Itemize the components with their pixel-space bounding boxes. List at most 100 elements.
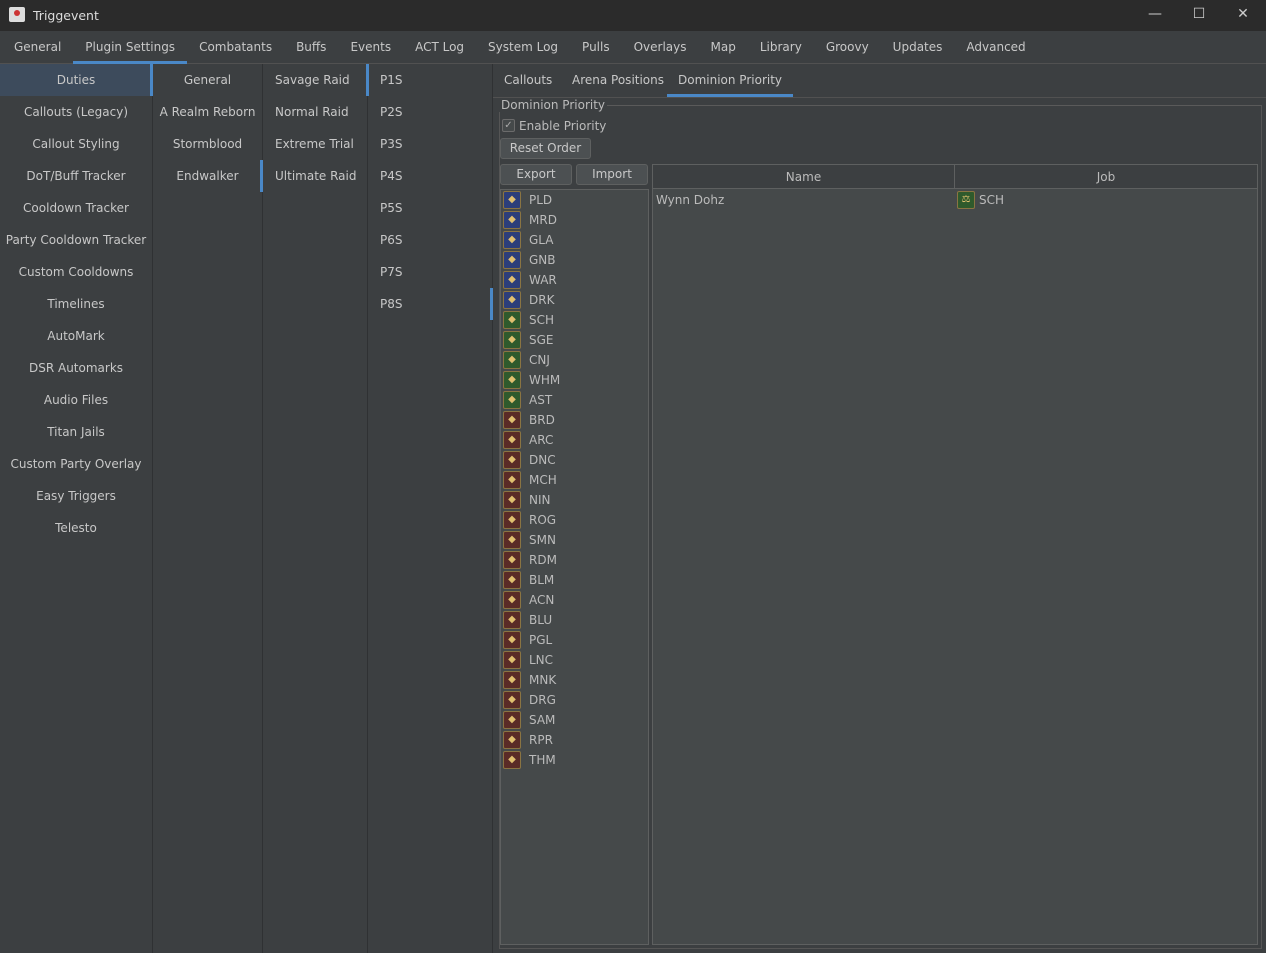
tab-overlays[interactable]: Overlays (622, 31, 699, 63)
list-item-p2s[interactable]: P2S (368, 96, 492, 128)
job-item[interactable]: ◆ MNK (501, 670, 648, 690)
job-item[interactable]: ◆ NIN (501, 490, 648, 510)
list-item-p1s[interactable]: P1S (368, 64, 492, 96)
job-item[interactable]: ◆ AST (501, 390, 648, 410)
job-item[interactable]: ◆ GLA (501, 230, 648, 250)
export-button[interactable]: Export (500, 164, 572, 185)
job-item[interactable]: ◆ GNB (501, 250, 648, 270)
subtab-dominion-priority[interactable]: Dominion Priority (667, 64, 794, 97)
tab-groovy[interactable]: Groovy (814, 31, 881, 63)
tab-events[interactable]: Events (338, 31, 403, 63)
job-item[interactable]: ◆ RDM (501, 550, 648, 570)
list-item-p6s[interactable]: P6S (368, 224, 492, 256)
list-item-audio-files[interactable]: Audio Files (0, 384, 152, 416)
job-item[interactable]: ◆ PGL (501, 630, 648, 650)
list-item-party-cooldown-tracker[interactable]: Party Cooldown Tracker (0, 224, 152, 256)
job-label: MNK (529, 673, 557, 687)
list-item-callouts-legacy-[interactable]: Callouts (Legacy) (0, 96, 152, 128)
subtab-arena-positions[interactable]: Arena Positions (561, 64, 675, 97)
job-item[interactable]: ◆ ACN (501, 590, 648, 610)
lnc-job-icon: ◆ (503, 651, 521, 669)
list-item-p7s[interactable]: P7S (368, 256, 492, 288)
job-item[interactable]: ◆ BRD (501, 410, 648, 430)
job-item[interactable]: ◆ BLU (501, 610, 648, 630)
list-item-a-realm-reborn[interactable]: A Realm Reborn (153, 96, 262, 128)
reset-order-button[interactable]: Reset Order (500, 138, 591, 159)
tab-buffs[interactable]: Buffs (284, 31, 338, 63)
job-item[interactable]: ◆ MCH (501, 470, 648, 490)
list-item-ultimate-raid[interactable]: Ultimate Raid (263, 160, 367, 192)
tab-advanced[interactable]: Advanced (954, 31, 1037, 63)
job-item[interactable]: ◆ DRG (501, 690, 648, 710)
tab-map[interactable]: Map (699, 31, 748, 63)
job-item[interactable]: ◆ RPR (501, 730, 648, 750)
tab-updates[interactable]: Updates (881, 31, 955, 63)
job-label: ACN (529, 593, 555, 607)
job-item[interactable]: ◆ ARC (501, 430, 648, 450)
list-item-automark[interactable]: AutoMark (0, 320, 152, 352)
list-item-telesto[interactable]: Telesto (0, 512, 152, 544)
job-item[interactable]: ◆ LNC (501, 650, 648, 670)
job-priority-list[interactable]: ◆ PLD ◆ MRD ◆ GLA ◆ GNB ◆ WAR ◆ DRK ◆ SCH ◆ SGE ◆ CNJ ◆ WHM… (500, 189, 649, 945)
list-item-stormblood[interactable]: Stormblood (153, 128, 262, 160)
list-item-dot-buff-tracker[interactable]: DoT/Buff Tracker (0, 160, 152, 192)
list-item-cooldown-tracker[interactable]: Cooldown Tracker (0, 192, 152, 224)
list-item-titan-jails[interactable]: Titan Jails (0, 416, 152, 448)
job-item[interactable]: ◆ CNJ (501, 350, 648, 370)
cnj-job-icon: ◆ (503, 351, 521, 369)
job-item[interactable]: ◆ WHM (501, 370, 648, 390)
list-item-timelines[interactable]: Timelines (0, 288, 152, 320)
job-item[interactable]: ◆ SCH (501, 310, 648, 330)
job-item[interactable]: ◆ BLM (501, 570, 648, 590)
list-item-normal-raid[interactable]: Normal Raid (263, 96, 367, 128)
minimize-button[interactable]: — (1145, 6, 1165, 26)
blu-job-icon: ◆ (503, 611, 521, 629)
job-item[interactable]: ◆ SAM (501, 710, 648, 730)
job-label: SMN (529, 533, 556, 547)
list-item-custom-party-overlay[interactable]: Custom Party Overlay (0, 448, 152, 480)
job-item[interactable]: ◆ MRD (501, 210, 648, 230)
ast-job-icon: ◆ (503, 391, 521, 409)
list-item-extreme-trial[interactable]: Extreme Trial (263, 128, 367, 160)
tab-plugin-settings[interactable]: Plugin Settings (73, 31, 187, 64)
job-item[interactable]: ◆ DNC (501, 450, 648, 470)
list-item-custom-cooldowns[interactable]: Custom Cooldowns (0, 256, 152, 288)
tab-library[interactable]: Library (748, 31, 814, 63)
list-item-savage-raid[interactable]: Savage Raid (263, 64, 367, 96)
list-item-general[interactable]: General (153, 64, 262, 96)
list-item-p5s[interactable]: P5S (368, 192, 492, 224)
maximize-button[interactable]: ☐ (1189, 6, 1209, 26)
list-item-p4s[interactable]: P4S (368, 160, 492, 192)
job-item[interactable]: ◆ WAR (501, 270, 648, 290)
list-item-p3s[interactable]: P3S (368, 128, 492, 160)
tab-general[interactable]: General (2, 31, 73, 63)
table-row[interactable]: Wynn Dohz ⚖ SCH (653, 190, 1257, 210)
list-item-p8s[interactable]: P8S (368, 288, 492, 320)
close-button[interactable]: ✕ (1233, 6, 1253, 26)
column-header-job[interactable]: Job (955, 165, 1257, 189)
job-item[interactable]: ◆ DRK (501, 290, 648, 310)
job-label: DRK (529, 293, 555, 307)
job-item[interactable]: ◆ PLD (501, 190, 648, 210)
list-item-easy-triggers[interactable]: Easy Triggers (0, 480, 152, 512)
column-header-name[interactable]: Name (653, 165, 955, 189)
tab-system-log[interactable]: System Log (476, 31, 570, 63)
list-item-callout-styling[interactable]: Callout Styling (0, 128, 152, 160)
tab-combatants[interactable]: Combatants (187, 31, 284, 63)
enable-priority-label: Enable Priority (519, 119, 607, 133)
list-item-endwalker[interactable]: Endwalker (153, 160, 262, 192)
job-item[interactable]: ◆ SMN (501, 530, 648, 550)
job-item[interactable]: ◆ ROG (501, 510, 648, 530)
tab-pulls[interactable]: Pulls (570, 31, 622, 63)
list-item-dsr-automarks[interactable]: DSR Automarks (0, 352, 152, 384)
list-item-duties[interactable]: Duties (0, 64, 152, 96)
job-label: DRG (529, 693, 556, 707)
tab-act-log[interactable]: ACT Log (403, 31, 476, 63)
subtab-callouts[interactable]: Callouts (493, 64, 563, 97)
job-label: WAR (529, 273, 557, 287)
job-label: RPR (529, 733, 553, 747)
job-item[interactable]: ◆ SGE (501, 330, 648, 350)
job-item[interactable]: ◆ THM (501, 750, 648, 770)
enable-priority-checkbox[interactable]: ✓ (502, 119, 515, 132)
import-button[interactable]: Import (576, 164, 648, 185)
